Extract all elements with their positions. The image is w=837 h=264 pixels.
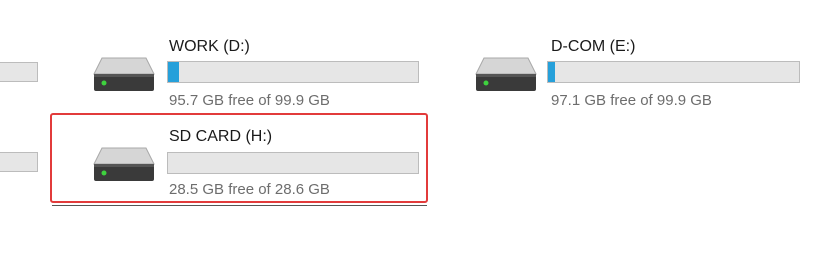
partial-drive-usage-bar bbox=[0, 152, 38, 172]
drive-usage-bar bbox=[167, 152, 419, 174]
drive-free-space: 97.1 GB free of 99.9 GB bbox=[551, 92, 712, 109]
hard-drive-icon bbox=[93, 147, 155, 181]
drive-free-space: 95.7 GB free of 99.9 GB bbox=[169, 92, 330, 109]
drive-usage-bar bbox=[547, 61, 800, 83]
selection-underline bbox=[52, 205, 427, 206]
partial-drive-usage-bar bbox=[0, 62, 38, 82]
drive-item-work-d[interactable]: WORK (D:) 95.7 GB free of 99.9 GB bbox=[80, 30, 440, 115]
hard-drive-icon bbox=[475, 57, 537, 91]
drive-item-sdcard-h[interactable]: SD CARD (H:) 28.5 GB free of 28.6 GB bbox=[80, 120, 425, 202]
drive-name: SD CARD (H:) bbox=[169, 128, 273, 145]
drive-name: D-COM (E:) bbox=[551, 38, 636, 55]
drive-item-dcom-e[interactable]: D-COM (E:) 97.1 GB free of 99.9 GB bbox=[462, 30, 822, 115]
drive-usage-fill bbox=[168, 62, 179, 82]
drive-name: WORK (D:) bbox=[169, 38, 250, 55]
drive-usage-fill bbox=[548, 62, 556, 82]
drive-usage-bar bbox=[167, 61, 419, 83]
drive-free-space: 28.5 GB free of 28.6 GB bbox=[169, 181, 330, 198]
hard-drive-icon bbox=[93, 57, 155, 91]
